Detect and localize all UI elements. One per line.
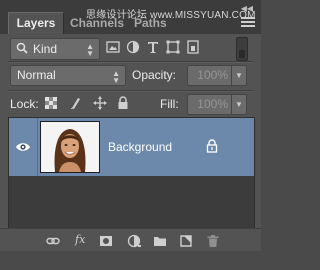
new-layer-icon[interactable] [179,234,193,248]
opacity-label: Opacity: [132,68,177,82]
layer-name[interactable]: Background [108,140,172,154]
filter-toggle-switch[interactable] [236,37,248,61]
fill-field[interactable]: 100% ▼ [187,94,247,115]
eye-icon[interactable] [15,141,31,153]
updown-caret-icon: ▲ ▼ [112,69,120,85]
hamburger-menu-icon[interactable] [241,17,255,27]
blend-mode-label: Normal [17,68,56,82]
fill-value: 100% [197,97,228,111]
collapse-panel-icon[interactable]: ◀◀ [241,4,253,13]
tab-paths[interactable]: Paths [130,13,171,34]
panel-header: 思缘设计论坛 www.MISSYUAN.COM ◀◀ Layers Channe… [0,0,261,34]
updown-caret-icon: ▲ ▼ [86,42,94,58]
lock-image-pixels-icon[interactable] [69,96,83,110]
chevron-down-icon[interactable]: ▼ [231,95,246,114]
chevron-down-icon[interactable]: ▼ [231,66,246,85]
layer-list: Background [8,117,255,229]
layer-row-background[interactable]: Background [9,118,254,176]
panel-footer: fx [0,228,261,251]
layer-thumbnail[interactable] [40,121,100,173]
tab-layers[interactable]: Layers [8,12,64,34]
add-mask-icon[interactable] [99,234,113,248]
lock-position-icon[interactable] [93,96,107,110]
fill-label: Fill: [160,97,179,111]
layer-style-icon[interactable]: fx [75,233,85,246]
panel-bottom-edge [0,251,261,270]
lock-icon [206,139,218,153]
filter-kind-dropdown[interactable]: Kind ▲ ▼ [10,38,100,60]
image-filter-icon[interactable] [106,40,120,54]
delete-layer-icon[interactable] [206,234,220,248]
blend-mode-dropdown[interactable]: Normal ▲ ▼ [10,65,126,86]
adjustment-layer-icon[interactable] [127,234,141,248]
lock-all-icon[interactable] [116,96,130,110]
group-folder-icon[interactable] [153,234,167,248]
visibility-toggle[interactable] [9,118,38,176]
opacity-field[interactable]: 100% ▼ [187,65,247,86]
link-layers-icon[interactable] [46,234,60,248]
opacity-value: 100% [197,68,228,82]
shape-filter-icon[interactable] [166,40,180,54]
filter-kind-label: Kind [33,42,58,56]
adjustment-filter-icon[interactable] [126,40,140,54]
portrait-thumbnail-image [41,122,99,172]
smart-object-filter-icon[interactable] [186,40,200,54]
type-filter-icon[interactable] [146,40,160,54]
divider [8,61,253,63]
layers-panel: 思缘设计论坛 www.MISSYUAN.COM ◀◀ Layers Channe… [0,0,261,270]
lock-transparent-pixels-icon[interactable] [44,96,58,110]
tab-channels[interactable]: Channels [64,13,130,34]
search-icon [16,42,28,54]
lock-label: Lock: [10,97,39,111]
divider [8,90,253,92]
